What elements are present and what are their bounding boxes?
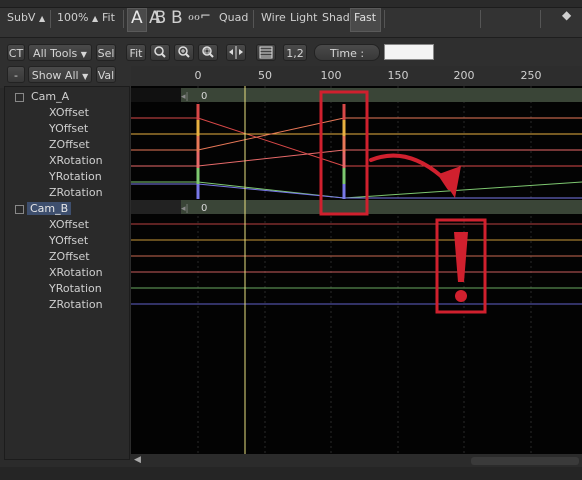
- tool-tree: Cam_A XOffset YOffset ZOffset XRotation …: [4, 86, 130, 460]
- spline-canvas[interactable]: 0 ◂| 0 ◂|: [131, 86, 582, 454]
- subview-menu[interactable]: SubV ▲: [7, 11, 45, 24]
- fit-button[interactable]: Fit: [126, 44, 146, 61]
- exclamation-dot-icon: [455, 290, 467, 302]
- divider: [384, 10, 385, 28]
- divider: [123, 10, 124, 28]
- time-ruler[interactable]: 0 50 100 150 200 250: [131, 66, 582, 86]
- tree-item-label: Cam_B: [27, 202, 72, 215]
- row-handle-icon: ◂|: [181, 92, 189, 102]
- channel-yrotation[interactable]: YRotation: [49, 281, 102, 297]
- channel-zoffset[interactable]: ZOffset: [49, 137, 90, 153]
- zoom-in-icon[interactable]: [174, 44, 194, 61]
- time-stretch-icon[interactable]: [226, 44, 246, 61]
- quad-button[interactable]: Quad: [219, 11, 248, 24]
- shad-button[interactable]: Shad: [322, 11, 350, 24]
- collapse-button[interactable]: -: [7, 66, 25, 83]
- sel-button[interactable]: Sel: [96, 44, 116, 61]
- fast-button[interactable]: Fast: [354, 11, 376, 24]
- channel-yoffset[interactable]: YOffset: [49, 121, 88, 137]
- channel-zrotation[interactable]: ZRotation: [49, 297, 103, 313]
- cam-b-row: [131, 200, 582, 214]
- exclamation-icon: [454, 232, 468, 282]
- view-a-label: A: [131, 8, 143, 28]
- ruler-tick: 150: [387, 69, 409, 82]
- arrow-head-icon: [439, 166, 461, 198]
- view-toolbar: SubV ▲ 100% ▲ Fit A AB B ℴℴ⌐ Quad Wire L…: [0, 0, 582, 38]
- channel-yrotation[interactable]: YRotation: [49, 169, 102, 185]
- horizontal-scrollbar[interactable]: ◀: [131, 455, 582, 467]
- glasses-icon[interactable]: ℴℴ⌐: [188, 9, 211, 24]
- channel-xrotation[interactable]: XRotation: [49, 153, 103, 169]
- show-all-dropdown[interactable]: Show All ▼: [28, 66, 92, 83]
- divider: [540, 10, 541, 28]
- expand-toggle-icon[interactable]: [15, 93, 24, 102]
- channel-zoffset[interactable]: ZOffset: [49, 249, 90, 265]
- wire-button[interactable]: Wire: [261, 11, 286, 24]
- light-button[interactable]: Light: [290, 11, 317, 24]
- channel-zrotation[interactable]: ZRotation: [49, 185, 103, 201]
- channel-xoffset[interactable]: XOffset: [49, 217, 89, 233]
- channel-yoffset[interactable]: YOffset: [49, 233, 88, 249]
- time-input[interactable]: [384, 44, 434, 60]
- spline-graph[interactable]: 0 ◂| 0 ◂|: [131, 86, 582, 454]
- cam-a-row: [131, 88, 582, 102]
- ruler-tick: 100: [320, 69, 342, 82]
- ruler-tick: 200: [453, 69, 475, 82]
- cam-b-row-left: [131, 200, 181, 214]
- tree-item-label: Cam_A: [31, 90, 70, 103]
- top-strip: [0, 0, 582, 8]
- expand-toggle-icon[interactable]: [15, 205, 24, 214]
- spreadsheet-icon[interactable]: [256, 44, 276, 61]
- status-strip: [0, 467, 582, 480]
- time-label: Time :: [314, 44, 380, 61]
- zoom-out-icon[interactable]: [150, 44, 170, 61]
- annotation-arrow: [369, 153, 451, 190]
- val-button[interactable]: Val: [96, 66, 116, 83]
- divider: [480, 10, 481, 28]
- fit-button[interactable]: Fit: [102, 11, 115, 24]
- view-b-button[interactable]: B: [171, 8, 183, 28]
- divider: [253, 10, 254, 28]
- cam-a-row-left: [131, 88, 181, 102]
- scroll-left-icon[interactable]: ◀: [134, 455, 141, 465]
- channel-xrotation[interactable]: XRotation: [49, 265, 103, 281]
- ruler-tick: 50: [258, 69, 272, 82]
- tree-item-cam-b[interactable]: Cam_B: [15, 201, 72, 217]
- tree-item-cam-a[interactable]: Cam_A: [15, 89, 69, 105]
- yrotation-curve: [343, 181, 582, 199]
- divider: [50, 10, 51, 28]
- ruler-tick: 250: [520, 69, 542, 82]
- settings-icon[interactable]: ◆: [562, 8, 571, 22]
- cam-a-row-value: 0: [201, 91, 207, 102]
- zoom-region-icon[interactable]: [198, 44, 218, 61]
- ab-compare-icon[interactable]: AB: [149, 8, 166, 28]
- row-handle-icon: ◂|: [181, 204, 189, 214]
- cam-b-row-value: 0: [201, 203, 207, 214]
- channel-xoffset[interactable]: XOffset: [49, 105, 89, 121]
- all-tools-dropdown[interactable]: All Tools ▼: [28, 44, 92, 61]
- ruler-tick: 0: [194, 69, 202, 82]
- number-button[interactable]: 1,2: [283, 44, 307, 61]
- zoom-menu[interactable]: 100% ▲: [57, 11, 98, 24]
- ct-button[interactable]: CT: [7, 44, 25, 61]
- scroll-thumb[interactable]: [471, 457, 579, 465]
